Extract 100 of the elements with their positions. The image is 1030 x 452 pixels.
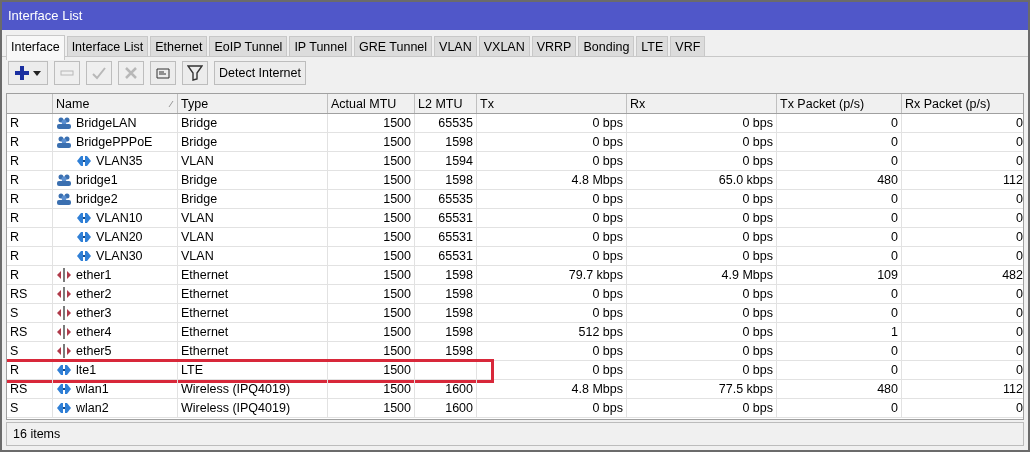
table-cell: 65.0 kbps	[718, 173, 773, 187]
table-cell: 1500	[383, 287, 411, 301]
tab[interactable]: VLAN	[434, 36, 477, 56]
column-header[interactable]: Tx Packet (p/s)	[780, 94, 865, 113]
tab[interactable]: VXLAN	[478, 36, 530, 56]
column-header[interactable]: Tx	[480, 94, 494, 113]
tab[interactable]: IP Tunnel	[289, 36, 352, 56]
column-header[interactable]: Name	[56, 94, 90, 113]
table-cell: 0	[891, 230, 898, 244]
table-cell: 1500	[383, 211, 411, 225]
flag-text: S	[10, 306, 19, 320]
table-cell: 65531	[438, 249, 473, 263]
table-row[interactable]: R VLAN30 VLAN 1500 65531 0 bps 0 bps 0 0	[7, 247, 1023, 266]
table-cell: Bridge	[181, 192, 218, 206]
window-title: Interface List	[8, 8, 83, 23]
table-cell: 480	[877, 173, 898, 187]
table-cell: 65531	[438, 211, 473, 225]
table-cell: 1500	[383, 268, 411, 282]
interface-name: VLAN30	[96, 248, 143, 265]
interface-name: wlan2	[76, 400, 109, 417]
table-cell: 4.8 Mbps	[571, 173, 623, 187]
table-row[interactable]: S ether5 Ethernet 1500 1598 0 bps 0 bps 0 0	[7, 342, 1023, 361]
tab[interactable]: Ethernet	[150, 36, 208, 56]
table-row[interactable]: RS wlan1 Wireless (IPQ4019) 1500 1600 4.8 Mbps 77.5 kbps 480 112	[7, 380, 1023, 399]
table-row[interactable]: R lte1 LTE 1500 0 bps 0 bps 0 0	[7, 361, 1023, 380]
table-row[interactable]: RS ether4 Ethernet 1500 1598 512 bps 0 bps 1 0	[7, 323, 1023, 342]
flag-text: R	[10, 211, 20, 225]
table-row[interactable]: R VLAN35 VLAN 1500 1594 0 bps 0 bps 0 0	[7, 152, 1023, 171]
table-cell: 0 bps	[742, 344, 773, 358]
flag-text: R	[10, 154, 20, 168]
table-cell: 0	[1016, 249, 1023, 263]
table-cell: 0	[891, 363, 898, 377]
table-cell: 0 bps	[742, 135, 773, 149]
flag-text: R	[10, 173, 20, 187]
table-row[interactable]: R VLAN10 VLAN 1500 65531 0 bps 0 bps 0 0	[7, 209, 1023, 228]
tab[interactable]: LTE	[636, 36, 669, 56]
table-cell: 0	[1016, 306, 1023, 320]
table-cell: Wireless (IPQ4019)	[181, 401, 291, 415]
interface-icon	[76, 211, 92, 225]
table-cell: 1500	[383, 135, 411, 149]
table-row[interactable]: R bridge1 Bridge 1500 1598 4.8 Mbps 65.0 kbps 480 112	[7, 171, 1023, 190]
table-cell: 1598	[445, 287, 473, 301]
table-cell: 0	[1016, 363, 1023, 377]
sort-icon	[168, 99, 174, 108]
column-header[interactable]: L2 MTU	[418, 94, 463, 113]
table-cell: 0 bps	[592, 401, 623, 415]
add-icon	[13, 65, 43, 81]
table-cell: 0	[891, 135, 898, 149]
table-cell: Ethernet	[181, 325, 229, 339]
table-cell: VLAN	[181, 249, 214, 263]
column-header[interactable]: Rx Packet (p/s)	[905, 94, 991, 113]
table-row[interactable]: R VLAN20 VLAN 1500 65531 0 bps 0 bps 0 0	[7, 228, 1023, 247]
filter-button[interactable]	[182, 61, 208, 85]
column-header[interactable]: Rx	[630, 94, 646, 113]
table-row[interactable]: S wlan2 Wireless (IPQ4019) 1500 1600 0 bps 0 bps 0 0	[7, 399, 1023, 418]
tab[interactable]: VRF	[670, 36, 706, 56]
ethernet-icon	[56, 344, 72, 358]
table-cell: 1500	[383, 363, 411, 377]
add-button[interactable]	[8, 61, 48, 85]
flag-text: R	[10, 268, 20, 282]
table-row[interactable]: RS ether2 Ethernet 1500 1598 0 bps 0 bps 0 0	[7, 285, 1023, 304]
ethernet-icon	[56, 268, 72, 282]
tab[interactable]: GRE Tunnel	[353, 36, 433, 56]
table-cell: Ethernet	[181, 306, 229, 320]
table-row[interactable]: R ether1 Ethernet 1500 1598 79.7 kbps 4.9 Mbps 109 482	[7, 266, 1023, 285]
interface-name: lte1	[76, 362, 97, 379]
table-cell: 1500	[383, 344, 411, 358]
tab[interactable]: Bonding	[578, 36, 635, 56]
table-cell: 0	[891, 401, 898, 415]
interface-name: ether1	[76, 267, 112, 284]
interface-icon	[56, 363, 72, 377]
table-cell: 1594	[445, 154, 473, 168]
table-row[interactable]: R BridgePPPoE Bridge 1500 1598 0 bps 0 bps 0 0	[7, 133, 1023, 152]
cross-icon	[124, 66, 138, 80]
table-cell: 0 bps	[742, 401, 773, 415]
table-row[interactable]: S ether3 Ethernet 1500 1598 0 bps 0 bps 0 0	[7, 304, 1023, 323]
interface-name: VLAN20	[96, 229, 143, 246]
tab[interactable]: EoIP Tunnel	[209, 36, 288, 56]
flag-text: RS	[10, 382, 28, 396]
table-row[interactable]: R BridgeLAN Bridge 1500 65535 0 bps 0 bps 0 0	[7, 114, 1023, 133]
table-cell: 1600	[445, 401, 473, 415]
column-header[interactable]: Actual MTU	[331, 94, 397, 113]
table-cell: 112	[1003, 382, 1023, 396]
interface-name: wlan1	[76, 381, 109, 398]
column-header[interactable]: Type	[181, 94, 209, 113]
table-cell: 79.7 kbps	[568, 268, 623, 282]
table-cell: 1500	[383, 116, 411, 130]
table-row[interactable]: R bridge2 Bridge 1500 65535 0 bps 0 bps 0 0	[7, 190, 1023, 209]
ethernet-icon	[56, 287, 72, 301]
bridge-icon	[56, 173, 72, 187]
table-cell: Ethernet	[181, 268, 229, 282]
table-cell: 1500	[383, 306, 411, 320]
table-cell: 65535	[438, 192, 473, 206]
detect-internet-button[interactable]: Detect Internet	[214, 61, 306, 85]
check-icon	[92, 66, 106, 80]
tab[interactable]: Interface	[6, 35, 65, 60]
interface-name: ether3	[76, 305, 112, 322]
tab[interactable]: VRRP	[531, 36, 577, 56]
tab[interactable]: Interface List	[66, 36, 149, 56]
comment-button[interactable]	[150, 61, 176, 85]
